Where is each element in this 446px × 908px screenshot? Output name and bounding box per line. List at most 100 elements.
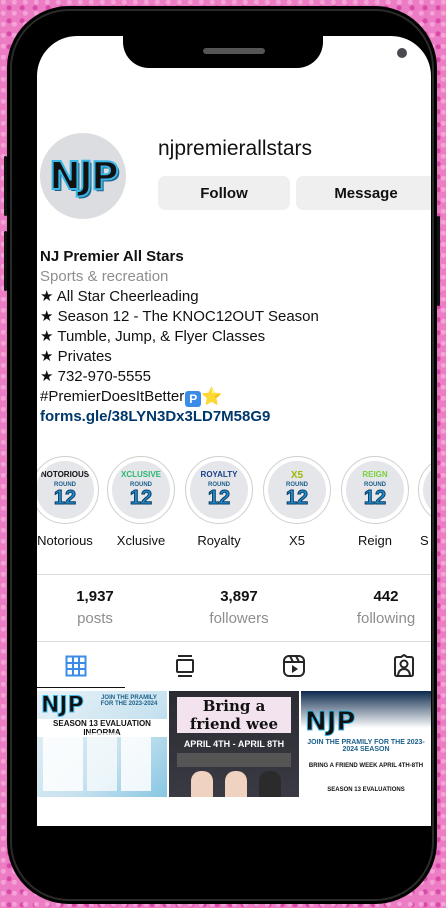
phone-frame: NJP njpremierallstars Follow Message NJ … xyxy=(4,6,440,904)
highlight-cover: NOTORIOUS ROUND 12 xyxy=(37,461,94,519)
highlight-label: Notorious xyxy=(37,533,93,548)
post-person-image xyxy=(225,771,247,797)
message-button[interactable]: Message xyxy=(296,176,431,210)
highlight-cover: XCLUSIVE ROUND 12 xyxy=(112,461,170,519)
tab-posts-grid[interactable] xyxy=(37,644,125,688)
highlight-cover xyxy=(423,461,431,519)
posts-stat[interactable]: 1,937 posts xyxy=(40,588,150,627)
highlight-label: X5 xyxy=(289,533,305,548)
highlight-cover-title: REIGN xyxy=(362,470,388,479)
highlight-cover: ROYALTY ROUND 12 xyxy=(190,461,248,519)
tab-reels[interactable] xyxy=(245,644,343,688)
avatar-logo-text: NJP xyxy=(48,153,120,199)
post-schedule-card xyxy=(87,733,117,791)
post-thumbnail[interactable]: NJP JOIN THE PRAMILY FOR THE 2023-2024 S… xyxy=(37,691,167,797)
post-title: NJP xyxy=(305,707,356,738)
bio-hashtag-line: #PremierDoesItBetter P ⭐ xyxy=(40,387,430,407)
post-text-block xyxy=(177,753,291,767)
highlight-notorious[interactable]: NOTORIOUS ROUND 12 Notorious xyxy=(37,456,100,548)
grid-icon xyxy=(65,655,87,676)
volume-down-button xyxy=(4,231,7,291)
stats-top-divider xyxy=(37,574,431,575)
highlight-partial[interactable]: S xyxy=(418,456,431,548)
highlight-cover-title: NOTORIOUS xyxy=(40,470,90,479)
parking-emoji-icon: P xyxy=(185,391,202,407)
highlight-round-number: 12 xyxy=(363,487,387,510)
highlight-ring: XCLUSIVE ROUND 12 xyxy=(107,456,175,524)
posts-grid: NJP JOIN THE PRAMILY FOR THE 2023-2024 S… xyxy=(37,691,431,797)
bio-category: Sports & recreation xyxy=(40,268,169,285)
highlight-xclusive[interactable]: XCLUSIVE ROUND 12 Xclusive xyxy=(106,456,176,548)
reels-icon xyxy=(283,655,305,677)
profile-bio: NJ Premier All Stars Sports & recreation… xyxy=(40,247,430,427)
bio-display-name: NJ Premier All Stars xyxy=(40,248,184,265)
feed-icon xyxy=(176,655,194,677)
highlight-cover-title: X5 xyxy=(290,470,304,481)
post-subtitle: BRING A FRIEND WEEK APRIL 4TH-8TH xyxy=(308,763,424,769)
tab-tagged[interactable] xyxy=(355,644,431,688)
highlight-ring: REIGN ROUND 12 xyxy=(341,456,409,524)
highlight-cover: REIGN ROUND 12 xyxy=(346,461,404,519)
post-footer: SEASON 13 EVALUATIONS xyxy=(327,787,405,793)
front-camera xyxy=(397,48,407,58)
highlight-ring: ROYALTY ROUND 12 xyxy=(185,456,253,524)
post-caption: JOIN THE PRAMILY FOR THE 2023-2024 SEASO… xyxy=(307,739,425,753)
bio-link[interactable]: forms.gle/38LYN3Dx3LD7M58G9 xyxy=(40,407,430,427)
highlight-label: Royalty xyxy=(197,533,241,548)
post-caption: APRIL 4TH - APRIL 8TH xyxy=(183,739,285,749)
highlight-cover: X5 ROUND 12 xyxy=(268,461,326,519)
bio-hashtag[interactable]: #PremierDoesItBetter xyxy=(40,388,184,405)
profile-username: njpremierallstars xyxy=(158,137,313,160)
tab-feed[interactable] xyxy=(136,644,234,688)
highlight-ring: X5 ROUND 12 xyxy=(263,456,331,524)
post-schedule-card xyxy=(121,733,151,791)
highlight-ring: NOTORIOUS ROUND 12 xyxy=(37,456,99,524)
volume-up-button xyxy=(4,156,7,216)
profile-stats: 1,937 posts 3,897 followers 442 followin… xyxy=(37,588,431,632)
following-label: following xyxy=(356,610,416,627)
following-count: 442 xyxy=(373,588,399,605)
post-caption: JOIN THE PRAMILY FOR THE 2023-2024 xyxy=(100,695,158,707)
post-title: Bring a friend wee xyxy=(177,697,291,733)
speaker-grille xyxy=(203,48,265,54)
highlight-ring xyxy=(418,456,431,524)
followers-stat[interactable]: 3,897 followers xyxy=(184,588,294,627)
followers-count: 3,897 xyxy=(220,588,258,605)
highlight-reign[interactable]: REIGN ROUND 12 Reign xyxy=(340,456,410,548)
post-title: NJP xyxy=(41,693,85,719)
highlight-round-number: 12 xyxy=(207,487,231,510)
highlight-label: Xclusive xyxy=(116,533,166,548)
highlight-cover-title: ROYALTY xyxy=(200,470,238,479)
bio-line: ★ Season 12 - The KNOC12OUT Season xyxy=(40,308,319,325)
profile-content-tabs xyxy=(37,644,431,688)
highlight-round-number: 12 xyxy=(285,487,309,510)
highlight-x5[interactable]: X5 ROUND 12 X5 xyxy=(262,456,332,548)
bio-line: ★ Privates xyxy=(40,348,112,365)
profile-avatar[interactable]: NJP xyxy=(40,133,126,219)
post-schedule-card xyxy=(43,733,83,791)
bio-phone-number: ★ 732-970-5555 xyxy=(40,368,152,385)
post-thumbnail[interactable]: Bring a friend wee APRIL 4TH - APRIL 8TH xyxy=(169,691,299,797)
bio-line: ★ Tumble, Jump, & Flyer Classes xyxy=(40,328,266,345)
posts-label: posts xyxy=(77,610,113,627)
followers-label: followers xyxy=(209,610,269,627)
power-button xyxy=(437,216,440,306)
post-thumbnail[interactable]: NJP JOIN THE PRAMILY FOR THE 2023-2024 S… xyxy=(301,691,431,797)
highlight-round-number: 12 xyxy=(53,487,77,510)
story-highlights: NOTORIOUS ROUND 12 Notorious XCLUSIVE RO… xyxy=(37,456,431,556)
post-person-image xyxy=(191,771,213,797)
star-emoji-icon: ⭐ xyxy=(201,387,223,406)
follow-button[interactable]: Follow xyxy=(158,176,290,210)
bio-line: ★ All Star Cheerleading xyxy=(40,288,199,305)
highlight-royalty[interactable]: ROYALTY ROUND 12 Royalty xyxy=(184,456,254,548)
highlight-round-number: 12 xyxy=(129,487,153,510)
highlight-label: Reign xyxy=(358,533,392,548)
post-person-image xyxy=(259,771,281,797)
phone-notch xyxy=(123,12,407,68)
highlight-label: S xyxy=(420,533,429,548)
stats-bottom-divider xyxy=(37,641,431,642)
tagged-user-icon xyxy=(394,654,414,677)
posts-count: 1,937 xyxy=(76,588,114,605)
following-stat[interactable]: 442 following xyxy=(331,588,431,627)
highlight-cover-title: XCLUSIVE xyxy=(120,470,161,479)
